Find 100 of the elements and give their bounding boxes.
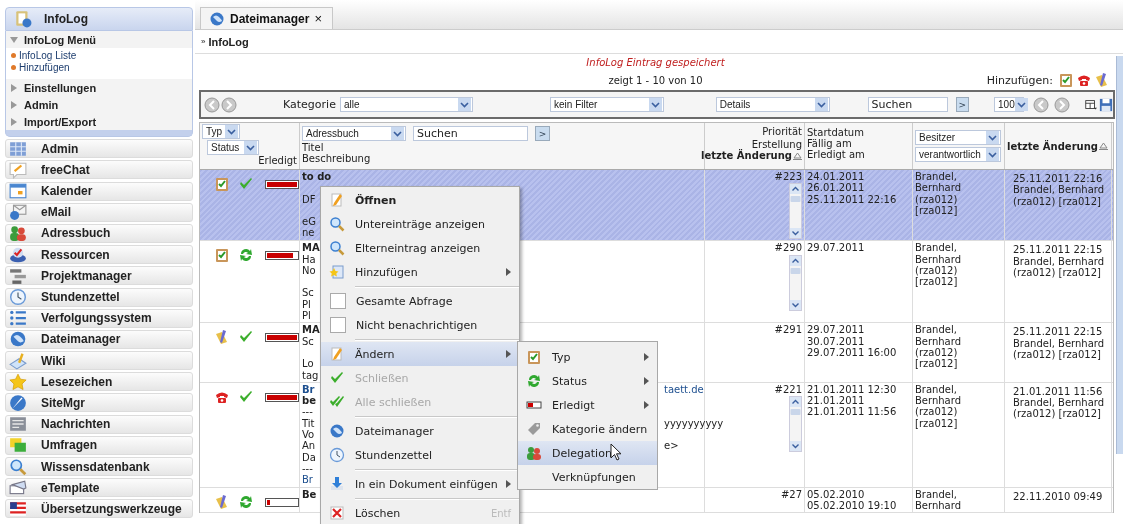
menu-item[interactable]: Öffnen [321,188,519,212]
submenu-arrow-icon [506,480,511,488]
owner-text: Brandel, Bernhard [915,488,963,512]
dropdown[interactable]: Status [207,140,259,155]
submenu-arrow-icon [644,401,649,409]
dropdown[interactable]: alle [339,97,474,112]
description-text: Da [302,451,316,463]
menu-item[interactable]: Erledigt [518,393,657,417]
description-text: Tit [302,417,315,429]
dropdown[interactable]: Details [715,97,830,112]
menu-item[interactable]: Kategorie ändern [518,417,657,441]
menu-item[interactable]: Gesamte Abfrage [321,289,519,313]
globe-icon [209,10,225,27]
menu-item[interactable]: Ändern [321,342,519,366]
menu-link[interactable]: InfoLog Liste [11,49,192,61]
breadcrumb[interactable]: InfoLog [208,35,249,48]
app-menu-item[interactable]: Ressourcen [5,245,193,265]
checkbox[interactable] [330,293,346,309]
menu-section[interactable]: Einstellungen [6,79,192,96]
caret-icon [225,125,238,138]
clipboard-globe-icon [14,10,32,28]
compass-icon [9,393,27,412]
description-text: Lo [302,358,314,370]
tab[interactable]: Dateimanager × [200,7,333,29]
search-field[interactable]: Suchen [413,126,528,141]
column-header: Fällig am [807,138,853,149]
checkbox[interactable] [330,317,346,333]
app-menu-item[interactable]: Übersetzungswerkzeuge [5,499,193,519]
app-menu-item[interactable]: Wissensdatenbank [5,457,193,476]
arrow-down-icon [329,476,345,492]
entry-title: be [302,395,316,407]
submenu-arrow-icon [506,350,511,358]
pencil-note-icon [214,329,230,346]
scrollbar[interactable] [789,183,802,240]
menu-item[interactable]: Untereinträge anzeigen [321,212,519,236]
app-menu-item[interactable]: freeChat [5,160,193,180]
pencil-icon [329,346,345,362]
pencil-note-icon [1094,72,1110,88]
menu-item[interactable]: Typ [518,345,657,369]
link[interactable]: Br [302,383,315,395]
app-menu-item[interactable]: Stundenzettel [5,287,193,307]
app-menu-item[interactable]: Lesezeichen [5,372,193,392]
menu-item[interactable]: Dateimanager [321,419,519,443]
app-menu-item[interactable]: Verfolgungssystem [5,308,193,328]
scrollbar[interactable] [789,254,802,311]
dropdown[interactable]: kein Filter [550,97,664,112]
app-menu-item[interactable]: SiteMgr [5,393,193,413]
entry-number: #290 [774,242,802,254]
description-text: e> [664,440,679,452]
menu-item[interactable]: Delegation [518,441,657,465]
date-text: 21.01.2011 12:30 [807,383,898,396]
search-button[interactable]: > [535,126,550,141]
search-button[interactable]: > [955,97,969,112]
app-menu-item[interactable]: eMail [5,202,193,222]
menu-item[interactable]: Status [518,369,657,393]
menu-item[interactable]: Hinzufügen [321,260,519,284]
app-menu-item[interactable]: Admin [5,139,193,159]
app-menu-item[interactable]: Dateimanager [5,329,193,349]
clipboard-icon [214,247,230,264]
app-menu-item[interactable]: Kalender [5,181,193,201]
dropdown[interactable]: Adressbuch [302,126,406,141]
modified-by-text: Brandel, Bernhard (rza012) [rza012] [1013,337,1106,361]
owner-text: Brandel, Bernhard (rza012) [rza012] [915,242,963,288]
search-field[interactable]: Suchen [867,97,948,112]
link[interactable]: taett.de [664,383,704,395]
app-menu-item[interactable]: Nachrichten [5,414,193,434]
close-icon[interactable]: × [314,11,322,26]
app-menu-item[interactable]: Projektmanager [5,266,193,286]
app-menu-item[interactable]: Wiki [5,351,193,371]
app-menu-item[interactable]: Adressbuch [5,223,193,243]
entry-number: #221 [774,383,802,396]
menu-link[interactable]: Hinzufügen [11,61,192,73]
column-header: Priorität [762,126,802,137]
sort-header[interactable]: letzte Änderung [1007,140,1108,152]
tag-icon [526,421,542,437]
date-text: 05.02.2010 [807,488,866,500]
scrollbar[interactable] [1116,56,1123,454]
cursor-icon [610,443,622,461]
sort-header[interactable]: letzte Änderung [701,150,802,161]
scrollbar[interactable] [789,396,802,453]
pencil-paper-icon [9,351,27,370]
date-text: 25.11.2011 22:15 [1013,244,1104,256]
description-text: ne [302,227,315,239]
menu-item[interactable]: Stundenzettel [321,443,519,467]
dropdown[interactable]: Besitzer [915,130,1001,145]
app-menu-item[interactable]: Umfragen [5,435,193,455]
app-header[interactable]: InfoLog [5,7,193,31]
owner-text: Brandel, Bernhard (rza012) [rza012] [915,324,963,370]
delete-icon [329,505,345,521]
menu-section[interactable]: Import/Export [6,113,192,130]
magnifier-icon [329,216,345,232]
app-menu-item[interactable]: eTemplate [5,478,193,498]
result-count: zeigt 1 - 10 von 10 [608,74,703,86]
entry-title: Be [302,488,317,500]
menu-item[interactable]: Verknüpfungen [518,465,657,489]
dropdown[interactable]: Typ [202,124,240,139]
menu-section[interactable]: InfoLog Menü [6,31,192,48]
menu-section[interactable]: Admin [6,96,192,113]
link[interactable]: Br [302,474,313,486]
dropdown[interactable]: verantwortlich [915,147,1001,162]
